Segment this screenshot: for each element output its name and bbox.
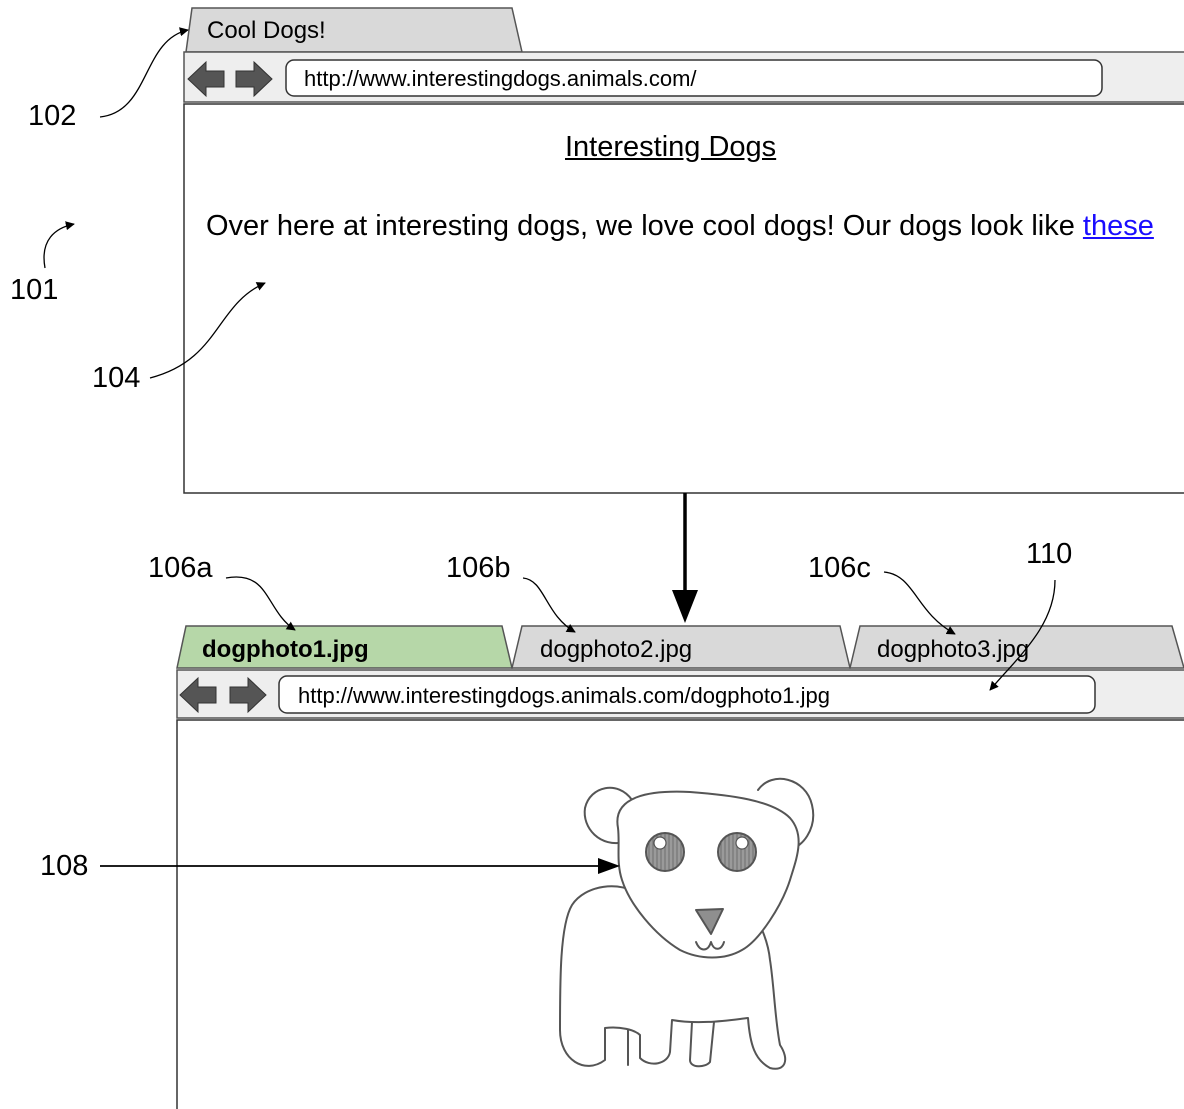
ref-label-110: 110 xyxy=(1026,538,1073,570)
patent-figure: Cool Dogs! http://www.interestingdogs.an… xyxy=(0,0,1184,1109)
ref-label-104: 104 xyxy=(92,362,141,394)
ref-label-106a: 106a xyxy=(148,552,213,584)
top-url-text[interactable]: http://www.interestingdogs.animals.com/ xyxy=(304,66,697,92)
ref-label-106c: 106c xyxy=(808,552,871,584)
paragraph-text: Over here at interesting dogs, we love c… xyxy=(206,210,1083,242)
leader-106b xyxy=(522,577,576,633)
ref-label-108: 108 xyxy=(40,850,89,882)
tab-dogphoto1[interactable]: dogphoto1.jpg xyxy=(202,636,369,664)
ref-label-102: 102 xyxy=(28,100,77,132)
dog-left-eye-highlight xyxy=(653,836,667,850)
leader-102 xyxy=(99,27,189,118)
page-paragraph: Over here at interesting dogs, we love c… xyxy=(206,206,1166,246)
dog-right-eye-highlight xyxy=(735,836,749,850)
leader-106a xyxy=(225,576,296,631)
ref-label-101: 101 xyxy=(10,274,59,306)
page-heading: Interesting Dogs xyxy=(565,131,777,163)
these-link[interactable]: these xyxy=(1083,210,1154,242)
bottom-url-text[interactable]: http://www.interestingdogs.animals.com/d… xyxy=(298,683,830,709)
top-tab-title[interactable]: Cool Dogs! xyxy=(207,17,326,45)
ref-label-106b: 106b xyxy=(446,552,511,584)
leader-106c xyxy=(883,571,956,635)
navigation-arrowhead xyxy=(672,590,698,623)
tab-dogphoto2[interactable]: dogphoto2.jpg xyxy=(540,636,692,664)
tab-dogphoto3[interactable]: dogphoto3.jpg xyxy=(877,636,1029,664)
leader-101 xyxy=(43,221,75,269)
